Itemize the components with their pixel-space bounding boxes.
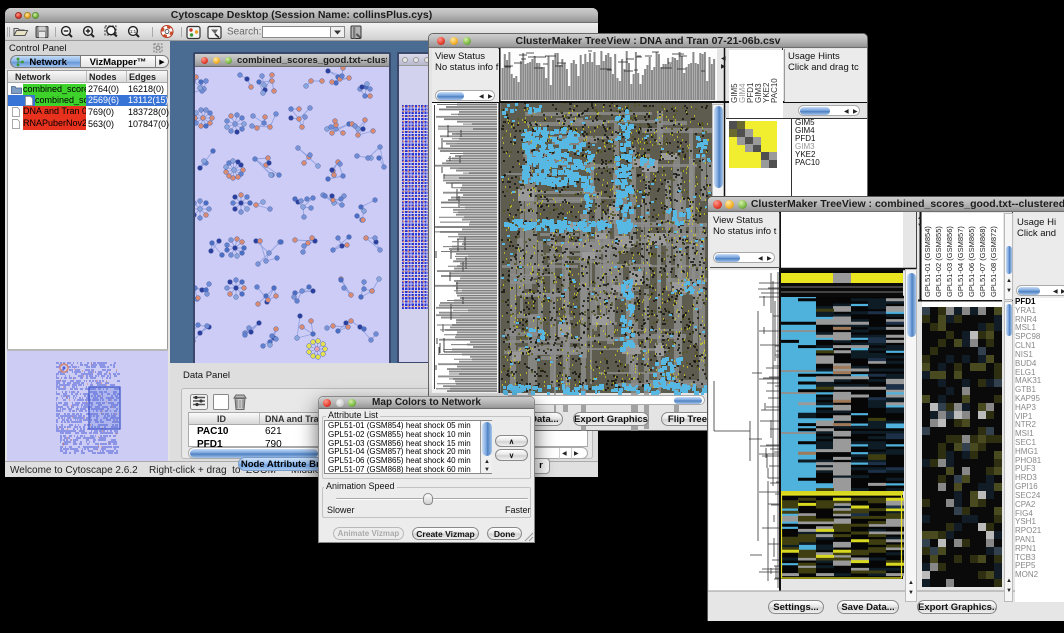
- svg-text:1:1: 1:1: [130, 29, 137, 34]
- svg-text:Search:: Search:: [227, 27, 261, 38]
